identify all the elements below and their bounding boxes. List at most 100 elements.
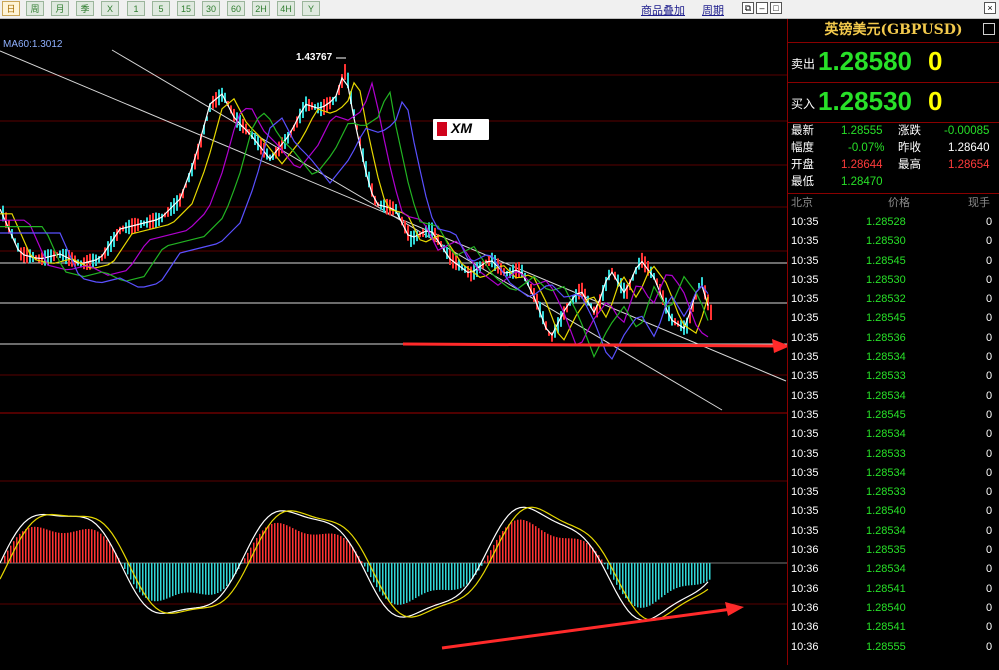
macd-bar (265, 527, 267, 563)
tick-row: 10:35 1.28534 0 (788, 464, 999, 483)
macd-bar (691, 563, 693, 586)
macd-bar (571, 538, 573, 563)
tick-row: 10:35 1.28534 0 (788, 522, 999, 541)
period-button[interactable]: 日 (2, 1, 20, 16)
moving-average-line (0, 81, 709, 346)
tick-time: 10:35 (791, 428, 819, 441)
macd-bar (664, 563, 666, 595)
macd-bar (709, 563, 711, 580)
macd-bar (274, 523, 276, 563)
macd-bar (205, 563, 207, 595)
macd-bar (34, 526, 36, 563)
tick-price: 1.28532 (866, 293, 906, 306)
period-button[interactable]: 60 (227, 1, 245, 16)
period-button[interactable]: X (101, 1, 119, 16)
macd-bar (424, 563, 426, 594)
chart-canvas[interactable] (0, 19, 790, 665)
xm-logo: XM (433, 119, 489, 140)
macd-bar (160, 563, 162, 601)
stat-label: 开盘 (791, 159, 814, 171)
macd-bar (535, 526, 537, 563)
period-button[interactable]: 月 (51, 1, 69, 16)
macd-bar (304, 533, 306, 563)
stat-value: 1.28555 (841, 125, 883, 137)
tick-price: 1.28540 (866, 601, 906, 614)
macd-bar (88, 528, 90, 563)
macd-bar (523, 520, 525, 563)
period-button[interactable]: Y (302, 1, 320, 16)
macd-bar (409, 563, 411, 602)
period-button[interactable]: 季 (76, 1, 94, 16)
candle (410, 231, 412, 247)
macd-bar (649, 563, 651, 606)
period-button[interactable]: 周 (26, 1, 44, 16)
tick-volume: 0 (986, 621, 993, 634)
macd-bar (178, 563, 180, 594)
macd-bar (430, 563, 432, 592)
macd-bar (544, 532, 546, 563)
tick-time: 10:36 (791, 544, 819, 557)
close-icon[interactable]: × (984, 2, 996, 14)
ticks-header: 北京 价格 现手 (791, 197, 990, 209)
tick-row: 10:36 1.28555 0 (788, 638, 999, 657)
macd-bar (256, 538, 258, 563)
macd-bar (130, 563, 132, 580)
macd-bar (247, 552, 249, 563)
period-button[interactable]: 2H (252, 1, 270, 16)
copy-icon[interactable]: ⧉ (742, 2, 754, 14)
macd-bar (364, 563, 366, 567)
stat-value: 1.28644 (841, 159, 883, 171)
candlestick-chart[interactable]: MA60:1.3012 1.43767 XM (0, 19, 790, 665)
macd-bar (448, 563, 450, 591)
macd-bar (10, 545, 12, 563)
tick-row: 10:35 1.28540 0 (788, 502, 999, 521)
macd-bar (79, 530, 81, 563)
macd-bar (349, 543, 351, 563)
minimize-icon[interactable]: – (756, 2, 768, 14)
macd-bar (259, 533, 261, 563)
macd-bar (313, 534, 315, 563)
overlay-symbol-link[interactable]: 商品叠加 (641, 2, 685, 18)
period-button[interactable]: 30 (202, 1, 220, 16)
macd-bar (193, 563, 195, 593)
macd-bar (367, 563, 369, 572)
macd-bar (529, 522, 531, 563)
period-link[interactable]: 周期 (702, 2, 724, 18)
tick-time: 10:35 (791, 312, 819, 325)
tick-price: 1.28530 (866, 273, 906, 286)
macd-bar (28, 527, 30, 563)
macd-bar (67, 532, 69, 563)
macd-bar (415, 563, 417, 599)
macd-bar (454, 563, 456, 590)
macd-bar (403, 563, 405, 605)
macd-bar (280, 523, 282, 563)
macd-bar (550, 535, 552, 563)
buy-label: 买入 (791, 97, 816, 111)
tick-row: 10:35 1.28545 0 (788, 309, 999, 328)
period-button[interactable]: 4H (277, 1, 295, 16)
macd-bar (214, 563, 216, 595)
macd-bar (52, 531, 54, 563)
panel-toggle-icon[interactable] (983, 23, 995, 35)
period-button[interactable]: 15 (177, 1, 195, 16)
period-button[interactable]: 1 (127, 1, 145, 16)
candle (518, 261, 520, 278)
macd-bar (496, 539, 498, 563)
macd-bar (340, 536, 342, 563)
macd-bar (679, 563, 681, 588)
tick-price: 1.28534 (866, 466, 906, 479)
tick-list[interactable]: 10:35 1.28528 0 10:35 1.28530 0 10:35 1.28545 0 1… (788, 213, 999, 657)
period-button[interactable]: 5 (152, 1, 170, 16)
tick-volume: 0 (986, 428, 993, 441)
symbol-title: 英镑美元(GBPUSD) (788, 19, 999, 43)
restore-icon[interactable]: □ (770, 2, 782, 14)
macd-bar (163, 563, 165, 600)
tick-volume: 0 (986, 351, 993, 364)
stat-label: 最低 (791, 176, 814, 188)
macd-bar (703, 563, 705, 583)
macd-bar (346, 540, 348, 563)
macd-bar (55, 532, 57, 563)
macd-bar (520, 519, 522, 563)
tick-price: 1.28534 (866, 389, 906, 402)
tick-volume: 0 (986, 235, 993, 248)
